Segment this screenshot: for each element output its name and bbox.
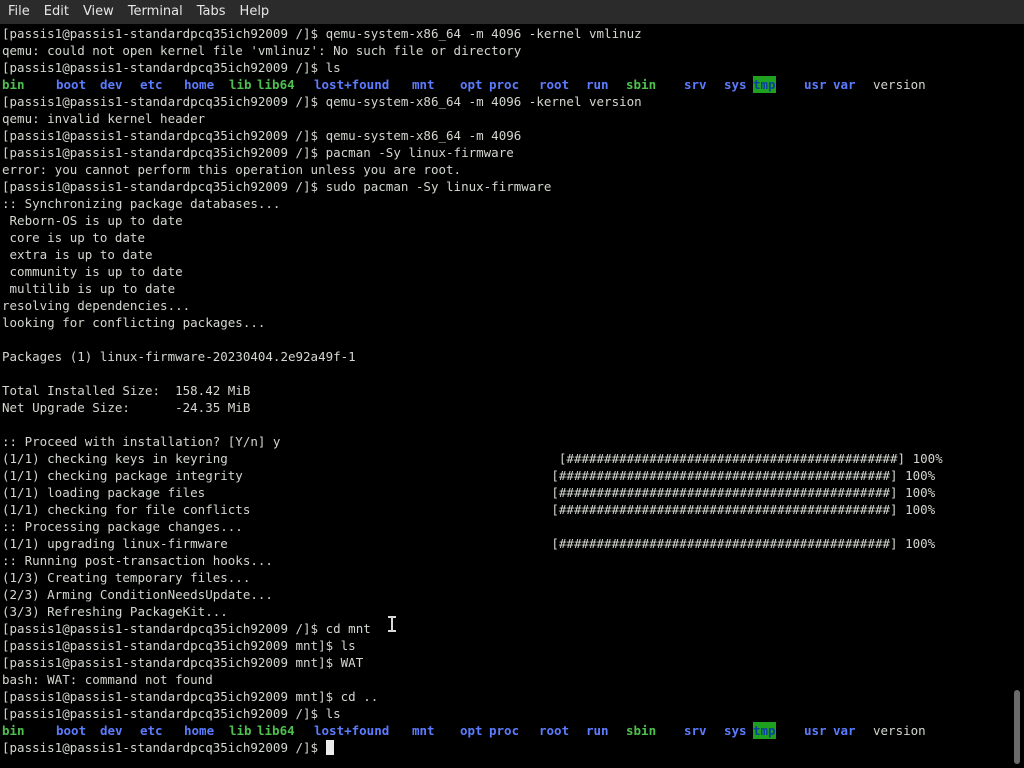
terminal-line: [passis1@passis1-standardpcq35ich92009 /… (2, 179, 552, 194)
ls-entry-dir: run (586, 723, 609, 738)
ls-entry-dir: etc (140, 723, 163, 738)
terminal-line: (1/1) checking package integrity [######… (2, 468, 936, 483)
terminal-line: :: Processing package changes... (2, 519, 243, 534)
terminal-line: multilib is up to date (2, 281, 176, 296)
ls-entry-dir: boot (56, 77, 87, 92)
ls-entry-dir: srv (684, 723, 707, 738)
terminal-line: (1/1) loading package files [###########… (2, 485, 936, 500)
ls-entry-sticky: tmp (753, 76, 776, 93)
ls-entry-dir: dev (100, 723, 123, 738)
ls-entry-dir: sys (724, 77, 747, 92)
text-cursor-icon (388, 616, 396, 632)
ls-entry-dir: usr (804, 77, 827, 92)
ls-entry-dir: home (184, 77, 215, 92)
scrollbar-thumb[interactable] (1014, 690, 1020, 764)
menu-tabs[interactable]: Tabs (190, 0, 233, 24)
menu-file[interactable]: File (1, 0, 37, 24)
ls-entry-dir: proc (489, 77, 520, 92)
ls-entry-exe: sbin (626, 77, 657, 92)
terminal-line: [passis1@passis1-standardpcq35ich92009 /… (2, 621, 371, 636)
terminal-line: :: Synchronizing package databases... (2, 196, 281, 211)
ls-output-line: bin boot dev etc home lib lib64 lost+found mnt op… (2, 722, 1008, 739)
ls-entry-dir: root (539, 723, 570, 738)
terminal-line: [passis1@passis1-standardpcq35ich92009 /… (2, 60, 341, 75)
ls-entry-dir: boot (56, 723, 87, 738)
terminal-line: extra is up to date (2, 247, 153, 262)
terminal-line: (1/1) checking for file conflicts [#####… (2, 502, 936, 517)
terminal-line: error: you cannot perform this operation… (2, 162, 462, 177)
menu-edit[interactable]: Edit (37, 0, 76, 24)
terminal-line: [passis1@passis1-standardpcq35ich92009 m… (2, 655, 364, 670)
current-prompt-line: [passis1@passis1-standardpcq35ich92009 /… (2, 739, 1008, 756)
menubar: File Edit View Terminal Tabs Help (0, 0, 1024, 24)
ls-entry-exe: lib64 (257, 77, 295, 92)
ls-entry-exe: lib64 (257, 723, 295, 738)
terminal-line: (1/3) Creating temporary files... (2, 570, 251, 585)
terminal-line: (2/3) Arming ConditionNeedsUpdate... (2, 587, 273, 602)
terminal-line: :: Proceed with installation? [Y/n] y (2, 434, 281, 449)
terminal-line: Total Installed Size: 158.42 MiB (2, 383, 251, 398)
ls-entry-exe: bin (2, 77, 25, 92)
terminal-output[interactable]: [passis1@passis1-standardpcq35ich92009 /… (2, 25, 1008, 768)
ls-entry-dir: dev (100, 77, 123, 92)
ls-entry-dir: var (833, 723, 856, 738)
ls-entry-file: version (873, 77, 926, 92)
terminal-line: bash: WAT: command not found (2, 672, 213, 687)
ls-entry-exe: sbin (626, 723, 657, 738)
ls-entry-dir: srv (684, 77, 707, 92)
ls-output-line: bin boot dev etc home lib lib64 lost+found mnt op… (2, 76, 1008, 93)
terminal-line: Net Upgrade Size: -24.35 MiB (2, 400, 251, 415)
ls-entry-dir: home (184, 723, 215, 738)
ls-entry-dir: etc (140, 77, 163, 92)
terminal-line: (1/1) upgrading linux-firmware [########… (2, 536, 936, 551)
ls-entry-dir: lost+found (314, 723, 390, 738)
terminal-line: :: Running post-transaction hooks... (2, 553, 273, 568)
terminal-line: Reborn-OS is up to date (2, 213, 183, 228)
ls-entry-dir: root (539, 77, 570, 92)
terminal-line: [passis1@passis1-standardpcq35ich92009 /… (2, 145, 514, 160)
terminal-line: looking for conflicting packages... (2, 315, 266, 330)
terminal-cursor (325, 740, 334, 755)
ls-entry-dir: run (586, 77, 609, 92)
menu-help[interactable]: Help (233, 0, 277, 24)
terminal-line: (1/1) checking keys in keyring [########… (2, 451, 943, 466)
terminal-line: [passis1@passis1-standardpcq35ich92009 /… (2, 94, 642, 109)
menu-terminal[interactable]: Terminal (121, 0, 190, 24)
terminal-line: [passis1@passis1-standardpcq35ich92009 /… (2, 26, 642, 41)
terminal-line: qemu: invalid kernel header (2, 111, 206, 126)
ls-entry-exe: bin (2, 723, 25, 738)
ls-entry-dir: proc (489, 723, 520, 738)
ls-entry-dir: usr (804, 723, 827, 738)
ls-entry-dir: mnt (412, 77, 435, 92)
terminal-line: resolving dependencies... (2, 298, 191, 313)
ls-entry-dir: opt (460, 77, 483, 92)
ls-entry-dir: mnt (412, 723, 435, 738)
ls-entry-exe: lib (229, 723, 252, 738)
terminal-line: [passis1@passis1-standardpcq35ich92009 m… (2, 689, 379, 704)
ls-entry-dir: sys (724, 723, 747, 738)
ls-entry-dir: var (833, 77, 856, 92)
terminal-line: core is up to date (2, 230, 145, 245)
terminal-line: [passis1@passis1-standardpcq35ich92009 /… (2, 706, 341, 721)
ls-entry-file: version (873, 723, 926, 738)
menu-view[interactable]: View (76, 0, 121, 24)
ls-entry-sticky: tmp (753, 722, 776, 739)
vertical-scrollbar[interactable] (1010, 24, 1024, 768)
prompt-text: [passis1@passis1-standardpcq35ich92009 /… (2, 740, 326, 755)
terminal-line: (3/3) Refreshing PackageKit... (2, 604, 228, 619)
ls-entry-dir: opt (460, 723, 483, 738)
ls-entry-dir: lost+found (314, 77, 390, 92)
terminal-line: qemu: could not open kernel file 'vmlinu… (2, 43, 522, 58)
terminal-line: [passis1@passis1-standardpcq35ich92009 /… (2, 128, 522, 143)
terminal-line: [passis1@passis1-standardpcq35ich92009 m… (2, 638, 356, 653)
terminal-line: Packages (1) linux-firmware-20230404.2e9… (2, 349, 356, 364)
ls-entry-exe: lib (229, 77, 252, 92)
terminal-line: community is up to date (2, 264, 183, 279)
